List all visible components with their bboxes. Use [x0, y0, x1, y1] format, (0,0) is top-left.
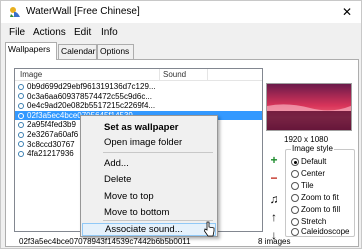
wallpaper-preview	[266, 83, 352, 131]
close-button[interactable]: ✕	[333, 1, 361, 23]
item-radio-icon	[18, 103, 24, 110]
menu-set-as-wallpaper[interactable]: Set as wallpaper	[82, 121, 216, 134]
waterwall-app-icon	[10, 7, 20, 17]
close-icon: ✕	[341, 5, 353, 19]
minus-icon: −	[270, 171, 278, 185]
item-radio-icon	[18, 93, 24, 100]
plus-icon: +	[270, 153, 278, 167]
menu-open-image-folder[interactable]: Open image folder	[82, 136, 216, 149]
column-image[interactable]: Image	[20, 70, 42, 79]
menu-separator	[103, 152, 213, 153]
radio-icon[interactable]	[291, 206, 299, 214]
item-radio-icon	[18, 151, 24, 158]
tab-calendar[interactable]: Calendar	[58, 44, 97, 59]
delete-button[interactable]: −	[268, 172, 280, 184]
item-radio-icon	[18, 83, 24, 90]
image-style-title: Image style	[291, 144, 334, 153]
item-filename: 3c8ccd30767	[27, 139, 75, 149]
style-option-stretch[interactable]: Stretch	[291, 218, 326, 227]
style-option-tile[interactable]: Tile	[291, 182, 314, 191]
menu-associate-sound[interactable]: Associate sound...	[82, 223, 216, 236]
menu-move-to-bottom[interactable]: Move to bottom	[82, 206, 216, 219]
list-item[interactable]: 0b9d699d29ebf961319136d7c129...	[15, 82, 262, 92]
menu-file[interactable]: File	[9, 27, 25, 38]
menu-actions[interactable]: Actions	[33, 27, 66, 38]
column-divider[interactable]	[159, 69, 160, 80]
radio-selected-icon[interactable]	[291, 158, 299, 166]
radio-icon[interactable]	[291, 170, 299, 178]
radio-icon[interactable]	[291, 194, 299, 202]
tab-wallpapers[interactable]: Wallpapers	[5, 42, 57, 60]
list-header: Image Sound	[15, 69, 262, 81]
item-filename: 4fa21217936	[27, 149, 74, 159]
menu-move-to-top[interactable]: Move to top	[82, 190, 216, 203]
move-up-button[interactable]: ↑	[268, 211, 280, 223]
arrow-up-icon: ↑	[271, 210, 277, 224]
item-filename: 2e3267a60af6	[27, 129, 79, 139]
column-divider[interactable]	[207, 69, 208, 80]
style-option-caleidoscope[interactable]: Caleidoscope	[291, 228, 349, 237]
app-window: WaterWall [Free Chinese] ✕ File Actions …	[0, 0, 362, 249]
list-item[interactable]: 0c3a6aa609378574472c55c9d6c...	[15, 92, 262, 102]
menu-bar: File Actions Edit Info	[1, 25, 361, 41]
item-filename: 0b9d699d29ebf961319136d7c129...	[27, 82, 156, 91]
item-filename: 0c3a6aa609378574472c55c9d6c...	[27, 91, 152, 101]
menu-info[interactable]: Info	[101, 27, 118, 38]
column-sound[interactable]: Sound	[163, 70, 186, 79]
menu-separator	[103, 220, 213, 221]
style-option-center[interactable]: Center	[291, 170, 325, 179]
status-image-count: 8 images	[258, 237, 291, 246]
style-option-zoom-to-fit[interactable]: Zoom to fit	[291, 194, 339, 203]
list-item[interactable]: 0e4c9ad20e082b5517215c2269f4...	[15, 101, 262, 111]
item-radio-icon	[18, 122, 24, 129]
menu-add[interactable]: Add...	[82, 157, 216, 170]
preview-image	[267, 84, 351, 130]
style-option-default[interactable]: Default	[291, 158, 326, 167]
radio-icon[interactable]	[291, 182, 299, 190]
hand-cursor-icon	[204, 221, 215, 237]
menu-edit[interactable]: Edit	[74, 27, 91, 38]
resolution-label: 1920 x 1080	[284, 135, 329, 144]
associate-sound-button[interactable]: ♫	[268, 193, 280, 205]
item-radio-icon	[18, 141, 24, 148]
radio-icon[interactable]	[291, 228, 299, 236]
window-title: WaterWall [Free Chinese]	[26, 6, 140, 17]
context-menu: Set as wallpaper Open image folder Add..…	[80, 115, 218, 237]
item-filename: 0e4c9ad20e082b5517215c2269f4...	[27, 101, 156, 111]
status-filename: 02f3a5ec4bce07078943f14539c7442b6b5b0011	[19, 237, 191, 246]
radio-icon[interactable]	[291, 218, 299, 226]
music-note-icon: ♫	[269, 192, 279, 206]
style-option-zoom-to-fill[interactable]: Zoom to fill	[291, 206, 340, 215]
item-radio-icon	[18, 112, 24, 119]
add-button[interactable]: +	[268, 154, 280, 166]
item-radio-icon	[18, 131, 24, 138]
title-bar: WaterWall [Free Chinese] ✕	[1, 1, 361, 23]
tab-options[interactable]: Options	[97, 44, 134, 59]
menu-delete[interactable]: Delete	[82, 173, 216, 186]
item-filename: 2a95f4fed3b9	[27, 120, 76, 130]
